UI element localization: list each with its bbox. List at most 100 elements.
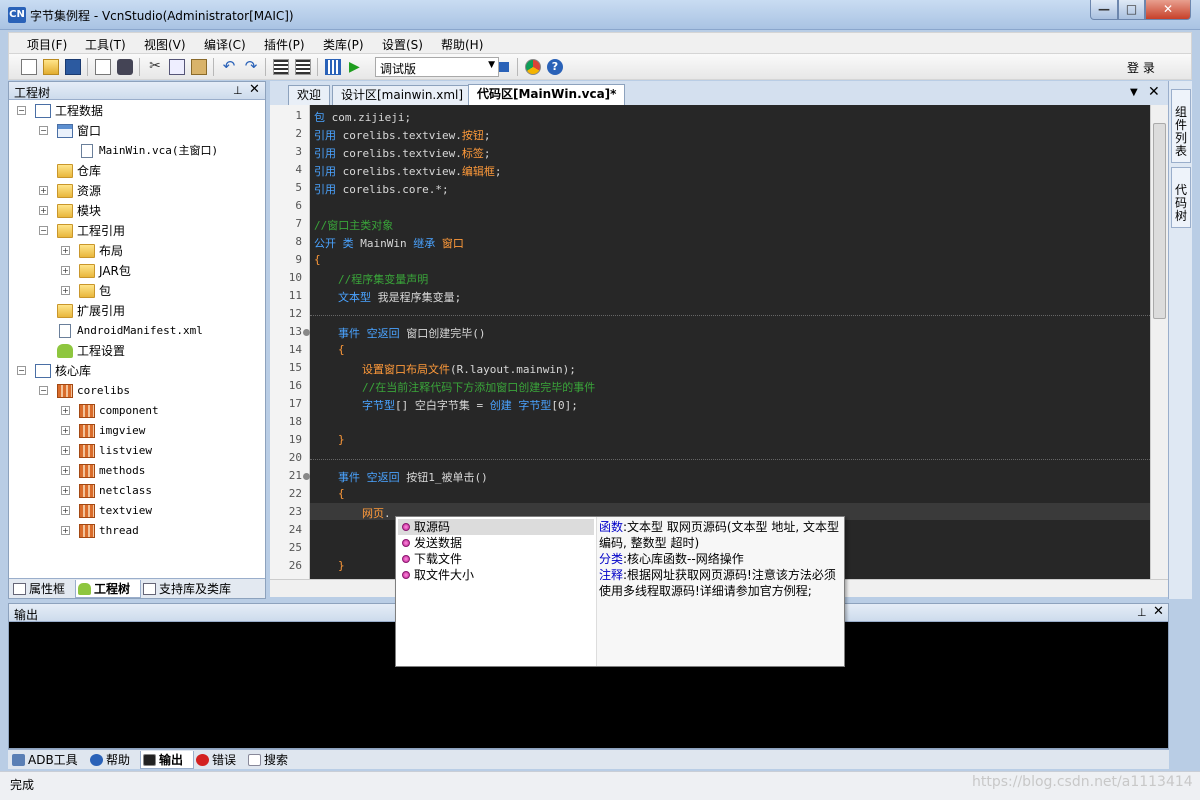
- build-icon[interactable]: [325, 59, 341, 75]
- tree-item-imgview[interactable]: + imgview: [9, 421, 265, 441]
- close-icon[interactable]: ✕: [249, 82, 260, 97]
- expand-icon[interactable]: +: [61, 466, 70, 475]
- tab-help[interactable]: 帮助: [88, 751, 140, 769]
- autocomplete-item[interactable]: 下载文件: [398, 551, 594, 567]
- expand-icon[interactable]: +: [61, 446, 70, 455]
- login-button[interactable]: 登 录: [1127, 59, 1155, 76]
- indent-icon[interactable]: [273, 59, 289, 75]
- menu-compile[interactable]: 编译(C): [204, 36, 246, 53]
- tree-item-mainwin[interactable]: MainWin.vca(主窗口): [9, 141, 265, 161]
- tree-item-project-refs[interactable]: − 工程引用: [9, 221, 265, 241]
- maximize-button[interactable]: □: [1118, 0, 1145, 20]
- menu-help[interactable]: 帮助(H): [441, 36, 483, 53]
- tree-item-jar[interactable]: + JAR包: [9, 261, 265, 281]
- menu-plugins[interactable]: 插件(P): [264, 36, 305, 53]
- fold-marker-icon[interactable]: [303, 329, 310, 336]
- tree-item-component[interactable]: + component: [9, 401, 265, 421]
- autocomplete-item[interactable]: 取源码: [398, 519, 594, 535]
- autocomplete-item[interactable]: 取文件大小: [398, 567, 594, 583]
- menu-project[interactable]: 项目(F): [27, 36, 67, 53]
- tree-item-textview[interactable]: + textview: [9, 501, 265, 521]
- chrome-icon[interactable]: [525, 59, 541, 75]
- outdent-icon[interactable]: [295, 59, 311, 75]
- tab-search[interactable]: 搜索: [246, 751, 302, 769]
- tree-item-window[interactable]: − 窗口: [9, 121, 265, 141]
- redo-icon[interactable]: ↷: [243, 59, 259, 75]
- tree-item-methods[interactable]: + methods: [9, 461, 265, 481]
- tab-adb-tools[interactable]: ADB工具: [10, 751, 86, 769]
- collapse-icon[interactable]: −: [39, 126, 48, 135]
- stop-icon[interactable]: [499, 62, 509, 72]
- tree-item-layout[interactable]: + 布局: [9, 241, 265, 261]
- find-icon[interactable]: [117, 59, 133, 75]
- tree-item-modules[interactable]: + 模块: [9, 201, 265, 221]
- expand-icon[interactable]: +: [61, 486, 70, 495]
- tab-code-area[interactable]: 代码区[MainWin.vca]*: [468, 84, 626, 105]
- open-folder-icon[interactable]: [43, 59, 59, 75]
- menu-libraries[interactable]: 类库(P): [323, 36, 364, 53]
- tab-errors[interactable]: 错误: [194, 751, 246, 769]
- collapse-icon[interactable]: −: [39, 226, 48, 235]
- package-icon: [79, 524, 95, 538]
- chevron-down-icon[interactable]: ▼: [1130, 87, 1138, 98]
- collapse-icon[interactable]: −: [17, 366, 26, 375]
- line-number: 7: [295, 217, 302, 230]
- tab-output[interactable]: 输出: [140, 751, 194, 769]
- copy-icon[interactable]: [169, 59, 185, 75]
- expand-icon[interactable]: +: [61, 246, 70, 255]
- expand-icon[interactable]: +: [61, 426, 70, 435]
- tree-item-core-lib[interactable]: − 核心库: [9, 361, 265, 381]
- close-window-button[interactable]: ✕: [1145, 0, 1191, 20]
- tree-item-package[interactable]: + 包: [9, 281, 265, 301]
- tree-item-corelibs[interactable]: − corelibs: [9, 381, 265, 401]
- pin-icon[interactable]: ⊥: [1137, 606, 1147, 619]
- tab-design-area[interactable]: 设计区[mainwin.xml]: [332, 85, 473, 105]
- tab-support-libraries[interactable]: 支持库及类库: [141, 580, 241, 598]
- paste-icon[interactable]: [191, 59, 207, 75]
- cut-icon[interactable]: ✂: [147, 59, 163, 75]
- expand-icon[interactable]: +: [61, 266, 70, 275]
- close-icon[interactable]: ✕: [1148, 84, 1160, 100]
- expand-icon[interactable]: +: [61, 406, 70, 415]
- pin-icon[interactable]: ⊥: [233, 84, 243, 97]
- tab-properties[interactable]: 属性框: [11, 580, 75, 598]
- close-icon[interactable]: ✕: [1153, 604, 1164, 619]
- tree-item-project-data[interactable]: − 工程数据: [9, 101, 265, 121]
- menu-view[interactable]: 视图(V): [144, 36, 186, 53]
- tree-item-listview[interactable]: + listview: [9, 441, 265, 461]
- tab-project-tree[interactable]: 工程树: [75, 580, 141, 598]
- tree-item-manifest[interactable]: AndroidManifest.xml: [9, 321, 265, 341]
- expand-icon[interactable]: +: [39, 186, 48, 195]
- collapse-icon[interactable]: −: [17, 106, 26, 115]
- tree-item-thread[interactable]: + thread: [9, 521, 265, 541]
- tree-item-project-settings[interactable]: 工程设置: [9, 341, 265, 361]
- help-icon[interactable]: ?: [547, 59, 563, 75]
- expand-icon[interactable]: +: [61, 526, 70, 535]
- expand-icon[interactable]: +: [39, 206, 48, 215]
- menu-settings[interactable]: 设置(S): [382, 36, 423, 53]
- new-file-icon[interactable]: [21, 59, 37, 75]
- save-icon[interactable]: [65, 59, 81, 75]
- expand-icon[interactable]: +: [61, 286, 70, 295]
- fold-marker-icon[interactable]: [303, 473, 310, 480]
- collapse-icon[interactable]: −: [39, 386, 48, 395]
- menu-tools[interactable]: 工具(T): [85, 36, 126, 53]
- print-preview-icon[interactable]: [95, 59, 111, 75]
- code-line-9: {: [314, 253, 321, 266]
- autocomplete-item[interactable]: 发送数据: [398, 535, 594, 551]
- undo-icon[interactable]: ↶: [221, 59, 237, 75]
- tab-welcome[interactable]: 欢迎: [288, 85, 331, 105]
- scrollbar-thumb[interactable]: [1153, 123, 1166, 319]
- build-config-select[interactable]: 调试版 ▼: [375, 57, 499, 77]
- minimize-button[interactable]: —: [1090, 0, 1118, 20]
- run-icon[interactable]: ▶: [349, 59, 365, 75]
- code-editor[interactable]: 1 2 3 4 5 6 7 8 9 10 11 12 13 14 15 16 1…: [270, 105, 1168, 579]
- tree-item-ext-refs[interactable]: 扩展引用: [9, 301, 265, 321]
- expand-icon[interactable]: +: [61, 506, 70, 515]
- tree-item-netclass[interactable]: + netclass: [9, 481, 265, 501]
- tab-code-tree[interactable]: 代码树: [1171, 167, 1191, 228]
- vertical-scrollbar[interactable]: [1150, 105, 1168, 579]
- tab-component-list[interactable]: 组件列表: [1171, 89, 1191, 163]
- tree-item-repository[interactable]: 仓库: [9, 161, 265, 181]
- tree-item-resources[interactable]: + 资源: [9, 181, 265, 201]
